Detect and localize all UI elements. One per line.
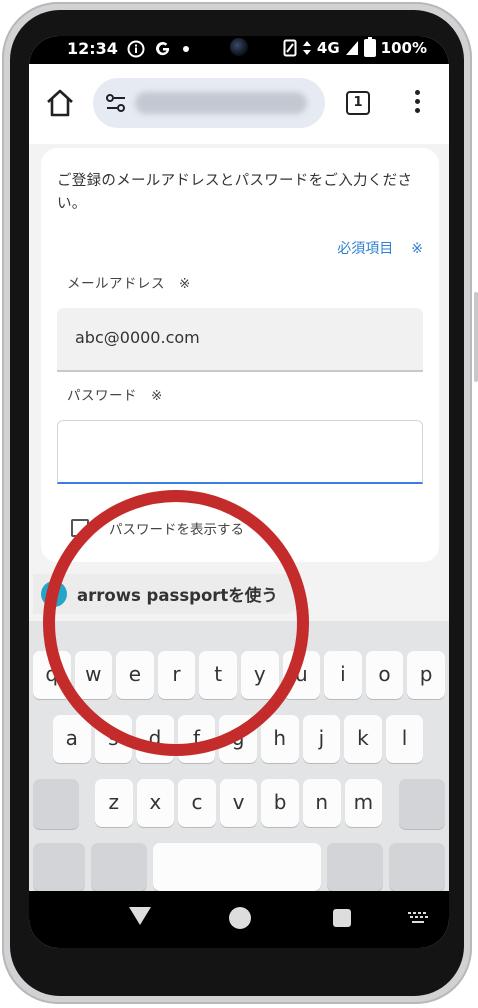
email-field[interactable]: abc@0000.com <box>57 308 423 372</box>
required-mark: ※ <box>411 241 423 257</box>
address-bar[interactable] <box>93 78 325 128</box>
password-label-text: パスワード <box>67 388 137 404</box>
backspace-key[interactable] <box>399 779 445 829</box>
side-button <box>474 292 478 382</box>
phone-frame: 12:34 4G 100% 1 ご登録のメールアドレスとパスワードをご入力くださ… <box>2 2 478 1004</box>
status-bar: 12:34 4G 100% <box>29 36 449 64</box>
status-left: 12:34 <box>67 39 191 58</box>
key-a[interactable]: a <box>53 715 91 763</box>
status-time: 12:34 <box>67 39 118 58</box>
battery-icon <box>363 37 376 57</box>
keyboard-bottom-key-3[interactable] <box>327 843 383 891</box>
tab-switcher-button[interactable]: 1 <box>346 91 370 115</box>
home-circle-icon[interactable] <box>229 907 251 929</box>
signal-icon <box>345 41 358 55</box>
password-required-mark: ※ <box>151 388 163 404</box>
login-card: ご登録のメールアドレスとパスワードをご入力ください。 必須項目 ※ メールアドレス… <box>41 148 439 562</box>
data-arrows-icon <box>302 41 311 55</box>
password-label: パスワード ※ <box>67 384 163 404</box>
site-settings-icon[interactable] <box>105 93 127 113</box>
key-x[interactable]: x <box>136 779 175 827</box>
nfc-icon <box>283 39 297 57</box>
keyboard-icon[interactable] <box>407 911 429 925</box>
space-key[interactable] <box>153 843 321 891</box>
status-right: 4G 100% <box>283 37 427 57</box>
home-icon[interactable] <box>43 86 77 120</box>
info-icon <box>127 40 145 57</box>
key-m[interactable]: m <box>344 779 383 827</box>
blurred-url <box>135 92 307 114</box>
key-n[interactable]: n <box>303 779 341 827</box>
key-j[interactable]: j <box>302 715 341 763</box>
email-label-text: メールアドレス <box>67 276 165 292</box>
key-z[interactable]: z <box>95 779 133 827</box>
network-type: 4G <box>316 39 340 57</box>
navigation-bar <box>29 891 449 948</box>
required-note: 必須項目 ※ <box>337 238 423 258</box>
key-p[interactable]: p <box>407 651 445 699</box>
email-required-mark: ※ <box>179 276 191 292</box>
browser-toolbar: 1 <box>29 64 449 144</box>
google-icon <box>155 41 170 55</box>
email-label: メールアドレス ※ <box>67 272 191 292</box>
key-v[interactable]: v <box>219 779 258 827</box>
required-label: 必須項目 <box>337 241 394 257</box>
menu-icon[interactable] <box>413 90 421 116</box>
battery-level: 100% <box>380 39 427 57</box>
keyboard-bottom-key-2[interactable] <box>91 843 147 891</box>
recents-icon[interactable] <box>333 909 351 927</box>
key-k[interactable]: k <box>344 715 382 763</box>
shift-key[interactable] <box>33 779 79 829</box>
dot-icon <box>182 45 189 52</box>
enter-key[interactable] <box>389 843 445 891</box>
key-h[interactable]: h <box>261 715 299 763</box>
highlight-circle-annotation <box>43 490 309 756</box>
front-camera <box>230 38 248 56</box>
intro-text: ご登録のメールアドレスとパスワードをご入力ください。 <box>57 173 413 212</box>
keyboard-bottom-key-1[interactable] <box>33 843 85 891</box>
key-i[interactable]: i <box>324 651 362 699</box>
key-o[interactable]: o <box>365 651 404 699</box>
key-l[interactable]: l <box>385 715 424 763</box>
key-c[interactable]: c <box>178 779 216 827</box>
back-icon[interactable] <box>129 907 151 925</box>
key-b[interactable]: b <box>261 779 299 827</box>
password-field[interactable] <box>57 420 423 484</box>
screen: 12:34 4G 100% 1 ご登録のメールアドレスとパスワードをご入力くださ… <box>29 36 449 948</box>
